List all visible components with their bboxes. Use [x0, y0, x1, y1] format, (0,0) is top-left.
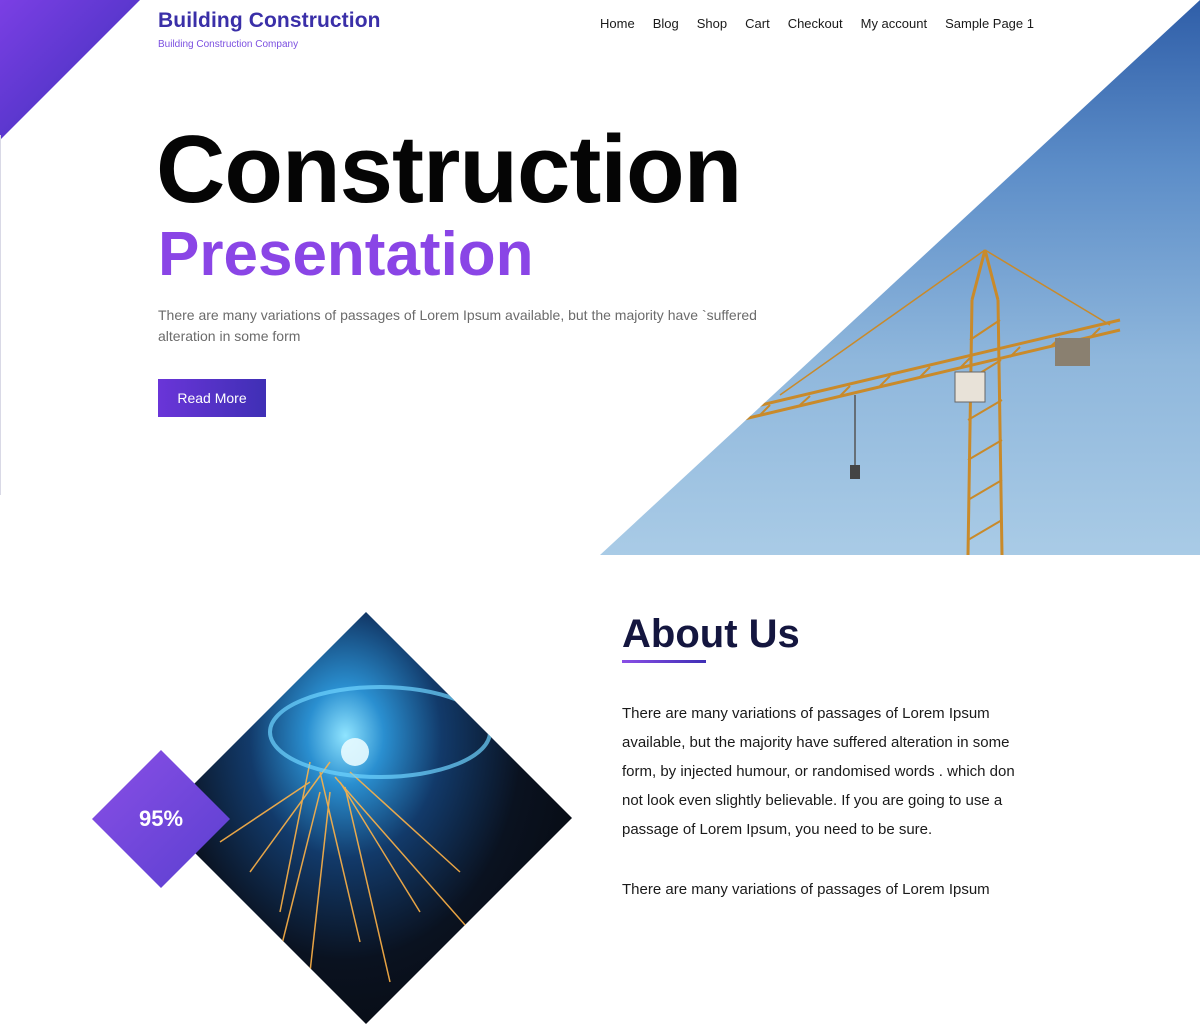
- site-tagline: Building Construction Company: [158, 39, 299, 50]
- about-title-underline: [622, 660, 706, 663]
- left-divider-line: [0, 135, 1, 495]
- about-paragraph-1: There are many variations of passages of…: [622, 705, 1015, 838]
- nav-item-shop[interactable]: Shop: [697, 16, 727, 31]
- percent-value: 95%: [138, 806, 184, 831]
- nav-item-home[interactable]: Home: [600, 16, 635, 31]
- hero-description: There are many variations of passages of…: [158, 307, 757, 344]
- about-title: About Us: [622, 612, 800, 656]
- corner-decoration: [0, 0, 140, 140]
- site-title[interactable]: Building Construction: [158, 9, 381, 33]
- crane-illustration: [739, 249, 1121, 555]
- nav-item-sample-page[interactable]: Sample Page 1: [945, 16, 1034, 31]
- nav-item-cart[interactable]: Cart: [745, 16, 770, 31]
- main-navigation: Home Blog Shop Cart Checkout My account …: [582, 16, 1034, 31]
- hero-title: Construction: [156, 116, 742, 223]
- nav-item-blog[interactable]: Blog: [653, 16, 679, 31]
- hero-subtitle: Presentation: [158, 220, 534, 289]
- site-branding: Building Construction Building Construct…: [158, 9, 381, 50]
- hero-crane-image: [600, 0, 1200, 555]
- nav-item-checkout[interactable]: Checkout: [788, 16, 843, 31]
- read-more-button[interactable]: Read More: [158, 379, 266, 417]
- nav-item-my-account[interactable]: My account: [861, 16, 927, 31]
